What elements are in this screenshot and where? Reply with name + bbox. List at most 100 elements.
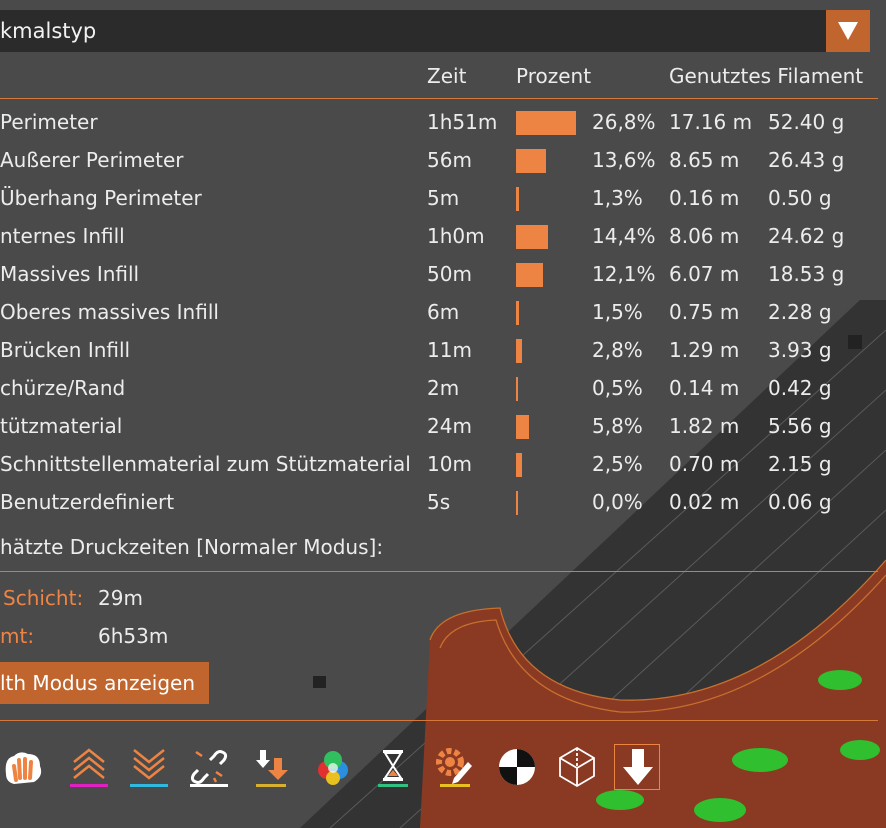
hourglass-icon[interactable] [370, 744, 416, 790]
feature-time: 10m [427, 452, 472, 476]
table-row: Perimeter 1h51m 26,8% 17.16 m 52.40 g [0, 103, 886, 141]
feature-name: Benutzerdefiniert [0, 490, 175, 514]
feature-percent: 2,8% [592, 338, 643, 362]
feature-name: nternes Infill [0, 224, 125, 248]
table-row: tützmaterial 24m 5,8% 1.82 m 5.56 g [0, 407, 886, 445]
feature-time: 1h51m [427, 110, 498, 134]
feature-length: 1.82 m [669, 414, 740, 438]
feature-percent: 26,8% [592, 110, 656, 134]
feature-time: 1h0m [427, 224, 485, 248]
combo-dropdown-button[interactable] [826, 10, 870, 52]
feature-percent: 5,8% [592, 414, 643, 438]
feature-weight: 52.40 g [768, 110, 845, 134]
down-arrow-icon[interactable] [614, 744, 660, 790]
percent-bar [516, 377, 518, 401]
chevrons-down-icon[interactable] [126, 744, 172, 790]
header-separator [0, 98, 878, 99]
feature-type-label: kmalstyp [0, 19, 97, 43]
percent-bar [516, 301, 519, 325]
feature-time: 2m [427, 376, 460, 400]
column-header-percent: Prozent [516, 64, 592, 88]
feature-percent: 1,5% [592, 300, 643, 324]
download-arrow-icon[interactable] [248, 744, 294, 790]
feature-length: 6.07 m [669, 262, 740, 286]
percent-bar [516, 225, 548, 249]
feature-time: 50m [427, 262, 472, 286]
feature-time: 11m [427, 338, 472, 362]
feature-length: 8.06 m [669, 224, 740, 248]
feature-time: 5m [427, 186, 460, 210]
feature-name: Brücken Infill [0, 338, 131, 362]
percent-bar [516, 339, 522, 363]
total-label: mt: [0, 624, 35, 648]
feature-length: 0.02 m [669, 490, 740, 514]
feature-length: 0.70 m [669, 452, 740, 476]
feature-name: chürze/Rand [0, 376, 126, 400]
percent-bar [516, 111, 576, 135]
estimates-separator [0, 571, 878, 572]
hand-icon[interactable] [0, 744, 46, 790]
feature-weight: 0.42 g [768, 376, 832, 400]
first-layer-label: Schicht: [3, 586, 84, 610]
feature-weight: 0.50 g [768, 186, 832, 210]
feature-name: Überhang Perimeter [0, 186, 202, 210]
feature-name: Perimeter [0, 110, 98, 134]
feature-name: Schnittstellenmaterial zum Stützmaterial [0, 452, 411, 476]
wireframe-cube-icon[interactable] [554, 744, 600, 790]
percent-bar [516, 453, 522, 477]
table-row: Benutzerdefiniert 5s 0,0% 0.02 m 0.06 g [0, 483, 886, 521]
feature-percent: 12,1% [592, 262, 656, 286]
feature-percent: 1,3% [592, 186, 643, 210]
balance-marker-icon[interactable] [494, 744, 540, 790]
gear-pencil-icon[interactable] [432, 744, 478, 790]
feature-percent: 0,5% [592, 376, 643, 400]
triangle-down-icon [838, 22, 858, 40]
feature-weight: 26.43 g [768, 148, 845, 172]
table-row: Schnittstellenmaterial zum Stützmaterial… [0, 445, 886, 483]
feature-name: Oberes massives Infill [0, 300, 219, 324]
feature-weight: 2.15 g [768, 452, 832, 476]
feature-weight: 3.93 g [768, 338, 832, 362]
percent-bar [516, 149, 546, 173]
feature-weight: 18.53 g [768, 262, 845, 286]
unlink-icon[interactable] [186, 744, 232, 790]
feature-time: 56m [427, 148, 472, 172]
column-header-time: Zeit [427, 64, 467, 88]
table-row: Massives Infill 50m 12,1% 6.07 m 18.53 g [0, 255, 886, 293]
percent-bar [516, 187, 519, 211]
total-value: 6h53m [98, 624, 169, 648]
feature-name: Massives Infill [0, 262, 140, 286]
toolbar-separator [0, 720, 878, 721]
feature-time: 24m [427, 414, 472, 438]
table-row: Oberes massives Infill 6m 1,5% 0.75 m 2.28 g [0, 293, 886, 331]
percent-bar [516, 491, 518, 515]
table-row: Überhang Perimeter 5m 1,3% 0.16 m 0.50 g [0, 179, 886, 217]
feature-percent: 0,0% [592, 490, 643, 514]
color-circles-icon[interactable] [310, 744, 356, 790]
feature-name: Außerer Perimeter [0, 148, 184, 172]
feature-type-combo[interactable]: kmalstyp [0, 10, 870, 52]
feature-length: 8.65 m [669, 148, 740, 172]
feature-weight: 2.28 g [768, 300, 832, 324]
feature-weight: 0.06 g [768, 490, 832, 514]
table-row: nternes Infill 1h0m 14,4% 8.06 m 24.62 g [0, 217, 886, 255]
estimates-title: hätzte Druckzeiten [Normaler Modus]: [0, 535, 384, 559]
chevrons-up-icon[interactable] [66, 744, 112, 790]
feature-weight: 5.56 g [768, 414, 832, 438]
table-row: Außerer Perimeter 56m 13,6% 8.65 m 26.43 g [0, 141, 886, 179]
percent-bar [516, 263, 543, 287]
feature-length: 17.16 m [669, 110, 753, 134]
feature-percent: 13,6% [592, 148, 656, 172]
feature-length: 0.75 m [669, 300, 740, 324]
table-row: chürze/Rand 2m 0,5% 0.14 m 0.42 g [0, 369, 886, 407]
first-layer-value: 29m [98, 586, 143, 610]
show-mode-button[interactable]: lth Modus anzeigen [0, 662, 209, 704]
feature-weight: 24.62 g [768, 224, 845, 248]
column-header-filament: Genutztes Filament [669, 64, 864, 88]
feature-time: 6m [427, 300, 460, 324]
table-row: Brücken Infill 11m 2,8% 1.29 m 3.93 g [0, 331, 886, 369]
feature-length: 0.14 m [669, 376, 740, 400]
feature-percent: 14,4% [592, 224, 656, 248]
feature-length: 1.29 m [669, 338, 740, 362]
percent-bar [516, 415, 529, 439]
